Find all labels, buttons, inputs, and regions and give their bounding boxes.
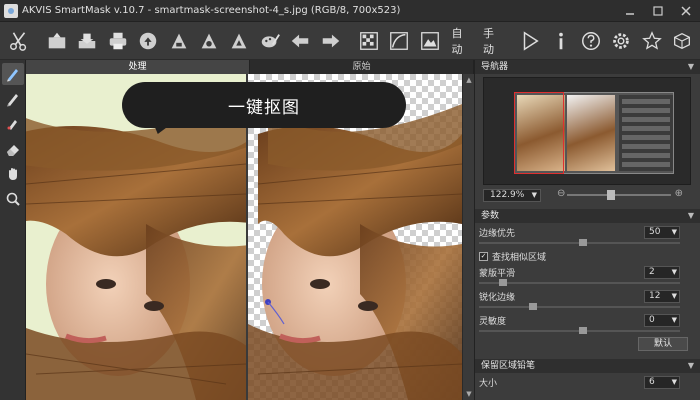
print-icon[interactable]	[106, 29, 129, 53]
navigator-preview[interactable]	[483, 77, 691, 185]
pencil-size-label: 大小	[479, 378, 498, 389]
settings-gear-icon[interactable]	[610, 29, 633, 53]
curve-edit-icon[interactable]	[388, 29, 411, 53]
view-tabs: 处理 原始	[26, 60, 474, 74]
main-toolbar: 自动 手动	[0, 22, 700, 60]
plugin-extension-icon[interactable]	[671, 29, 694, 53]
close-icon[interactable]	[672, 0, 700, 22]
redo-arrow-icon[interactable]	[319, 29, 342, 53]
find-similar-label: 查找相似区域	[492, 252, 547, 263]
transparency-icon[interactable]	[357, 29, 380, 53]
sensitivity-row: 灵敏度 0 ▼	[475, 313, 700, 327]
edge-priority-value: 50	[649, 227, 661, 237]
zoom-slider[interactable]: ⊖ ⊕	[557, 188, 683, 200]
navigator-title: 导航器	[481, 62, 509, 72]
chevron-down-icon: ▼	[531, 190, 537, 199]
sensitivity-slider[interactable]	[479, 327, 692, 335]
zoom-row: 122.9% ▼ ⊖ ⊕	[475, 187, 700, 203]
undo-arrow-icon[interactable]	[289, 29, 312, 53]
right-settings-panel: 导航器 ▼ 122.9% ▼ ⊖ ⊕ 参数 ▼ 边缘优先 50 ▼ ✓ 查找相似…	[474, 60, 700, 400]
speech-bubble: 一键抠图	[122, 82, 406, 128]
find-similar-checkbox[interactable]: ✓	[479, 251, 488, 261]
window-title: AKVIS SmartMask v.10.7 - smartmask-scree…	[22, 5, 401, 16]
edge-priority-slider[interactable]	[479, 239, 692, 247]
pencil-size-value: 6	[649, 377, 655, 387]
collapse-arrow-icon[interactable]: ▼	[688, 60, 694, 74]
pencil-size-input[interactable]: 6 ▼	[644, 376, 680, 389]
mode-auto-button[interactable]: 自动	[452, 25, 473, 57]
find-similar-row[interactable]: ✓ 查找相似区域	[475, 249, 700, 263]
sharpen-edge-value: 12	[649, 291, 661, 301]
favorite-star-icon[interactable]	[640, 29, 663, 53]
mask-tool-a-icon[interactable]	[167, 29, 190, 53]
params-header[interactable]: 参数 ▼	[475, 209, 700, 223]
window-controls	[616, 0, 700, 22]
default-button[interactable]: 默认	[638, 337, 688, 351]
minimize-icon[interactable]	[616, 0, 644, 22]
zoom-out-icon[interactable]: ⊖	[557, 188, 565, 199]
mask-smooth-value: 2	[649, 267, 655, 277]
mode-manual-button[interactable]: 手动	[483, 25, 504, 57]
help-icon[interactable]	[579, 29, 602, 53]
collapse-arrow-icon[interactable]: ▼	[688, 209, 694, 223]
paint-palette-icon[interactable]	[258, 29, 281, 53]
sharpen-edge-label: 锐化边缘	[479, 292, 516, 303]
mask-tool-c-icon[interactable]	[228, 29, 251, 53]
edge-priority-input[interactable]: 50 ▼	[644, 226, 680, 239]
share-icon[interactable]	[137, 29, 160, 53]
collapse-arrow-icon[interactable]: ▼	[688, 359, 694, 373]
chevron-down-icon: ▼	[671, 378, 677, 386]
magic-brush-tool-icon[interactable]	[2, 113, 24, 135]
landscape-image-icon[interactable]	[418, 29, 441, 53]
open-file-icon[interactable]	[45, 29, 68, 53]
zoom-in-icon[interactable]: ⊕	[675, 188, 683, 199]
edge-priority-label: 边缘优先	[479, 228, 516, 239]
navigator-viewport-frame[interactable]	[514, 92, 564, 174]
chevron-down-icon: ▼	[671, 316, 677, 324]
keep-pencil-header[interactable]: 保留区域铅笔 ▼	[475, 359, 700, 373]
sensitivity-value: 0	[649, 315, 655, 325]
keep-pencil-tool-icon[interactable]	[2, 63, 24, 85]
mask-smooth-label: 蒙版平滑	[479, 268, 516, 279]
zoom-magnifier-tool-icon[interactable]	[2, 188, 24, 210]
zoom-value: 122.9%	[490, 189, 525, 200]
params-title: 参数	[481, 211, 500, 221]
navigator-header[interactable]: 导航器 ▼	[475, 60, 700, 74]
left-tool-panel	[0, 60, 26, 400]
image-vertical-scrollbar[interactable]: ▲ ▼	[462, 74, 474, 400]
eraser-tool-icon[interactable]	[2, 138, 24, 160]
edge-priority-row: 边缘优先 50 ▼	[475, 225, 700, 239]
hand-pan-tool-icon[interactable]	[2, 163, 24, 185]
sharpen-edge-input[interactable]: 12 ▼	[644, 290, 680, 303]
save-file-icon[interactable]	[76, 29, 99, 53]
chevron-down-icon: ▼	[671, 228, 677, 236]
sharpen-edge-slider[interactable]	[479, 303, 692, 311]
play-run-icon[interactable]	[518, 29, 541, 53]
sharpen-edge-row: 锐化边缘 12 ▼	[475, 289, 700, 303]
erase-pencil-tool-icon[interactable]	[2, 88, 24, 110]
mask-tool-b-icon[interactable]	[197, 29, 220, 53]
zoom-select[interactable]: 122.9% ▼	[483, 188, 541, 202]
tab-before[interactable]: 处理	[26, 60, 250, 74]
chevron-down-icon: ▼	[671, 268, 677, 276]
chevron-down-icon: ▼	[671, 292, 677, 300]
mask-smooth-slider[interactable]	[479, 279, 692, 287]
mask-smooth-row: 蒙版平滑 2 ▼	[475, 265, 700, 279]
app-logo-icon	[4, 3, 18, 18]
tab-after[interactable]: 原始	[250, 60, 474, 74]
keep-pencil-title: 保留区域铅笔	[481, 361, 536, 371]
sensitivity-label: 灵敏度	[479, 316, 507, 327]
info-icon[interactable]	[549, 29, 572, 53]
sensitivity-input[interactable]: 0 ▼	[644, 314, 680, 327]
mask-smooth-input[interactable]: 2 ▼	[644, 266, 680, 279]
scissors-logo-icon	[7, 29, 30, 53]
title-bar: AKVIS SmartMask v.10.7 - smartmask-scree…	[0, 0, 700, 22]
pencil-size-row: 大小 6 ▼	[475, 375, 700, 389]
maximize-icon[interactable]	[644, 0, 672, 22]
